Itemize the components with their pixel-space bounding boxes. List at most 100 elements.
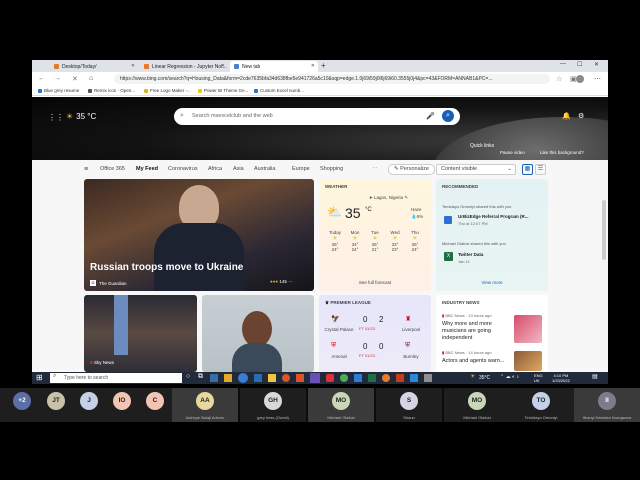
participant-tile[interactable]: C xyxy=(132,388,172,422)
scrollbar[interactable] xyxy=(602,200,606,260)
category-my-feed[interactable]: My Feed xyxy=(136,166,158,172)
minimize-icon[interactable]: — xyxy=(560,61,566,67)
home-icon[interactable]: ⌂ xyxy=(89,75,93,82)
participant-tile[interactable]: AA Adeloye Bolaji Adeolu xyxy=(172,388,238,422)
new-tab-button[interactable]: + xyxy=(321,61,326,70)
taskbar-temperature[interactable]: 35°C xyxy=(479,375,490,381)
forward-icon[interactable]: → xyxy=(54,75,61,82)
app-icon[interactable] xyxy=(326,374,334,382)
search-input[interactable]: Search msexcelclub and the web xyxy=(174,108,460,125)
menu-icon[interactable]: ≡ xyxy=(84,166,88,173)
bookmark-item[interactable]: Free Logo Maker -... xyxy=(144,88,191,93)
weather-location[interactable]: ➤ Lagos, Nigeria ✎ xyxy=(369,195,408,201)
list-view-icon[interactable]: ☰ xyxy=(535,164,546,175)
premier-league-card[interactable]: ♛ PREMIER LEAGUE 🦅 Crystal Palace 0 2 FT… xyxy=(319,295,431,372)
more-options-icon[interactable]: ⋯ xyxy=(594,75,601,83)
edge-taskbar-icon[interactable] xyxy=(238,373,248,383)
reactions[interactable]: ●●● 145 ⋯ xyxy=(270,279,293,285)
address-input[interactable]: https://www.bing.com/search?q=Housing_Da… xyxy=(114,74,550,84)
microphone-icon[interactable]: 🎤 xyxy=(426,112,435,120)
weather-chip[interactable]: ☀ 35 °C xyxy=(66,112,96,121)
settings-icon[interactable]: ⚙ xyxy=(578,112,584,120)
category-office365[interactable]: Office 365 xyxy=(100,166,125,172)
category-asia[interactable]: Asia xyxy=(233,166,244,172)
industry-headline[interactable]: Actors and agents warn... xyxy=(442,358,508,364)
participant-tile[interactable]: MO Michael Olafusi xyxy=(308,388,374,422)
vscode-icon[interactable] xyxy=(410,374,418,382)
app-icon[interactable] xyxy=(382,374,390,382)
category-coronavirus[interactable]: Coronavirus xyxy=(168,166,198,172)
view-more-link[interactable]: View more xyxy=(436,280,548,285)
like-background-button[interactable]: Like this background? xyxy=(540,150,584,155)
profile-avatar[interactable] xyxy=(576,75,584,83)
news-card-portrait[interactable] xyxy=(202,295,314,372)
firefox-icon[interactable] xyxy=(282,374,290,382)
forecast-row: Today ☀ 35° 24° Mon ☀ 34° 24° Tue ☀ 35° 21° Wed ☀ 3… xyxy=(323,230,427,272)
tab-jupyter[interactable]: Linear Regression - Jupyter Not... ✕ xyxy=(140,61,228,72)
category-africa[interactable]: Africa xyxy=(208,166,222,172)
industry-headline[interactable]: Why more and more musicians are going in… xyxy=(442,321,508,342)
category-shopping[interactable]: Shopping xyxy=(320,166,343,172)
more-categories-icon[interactable]: ⋯ xyxy=(372,166,378,172)
tab-desktop-today[interactable]: Desktop/Today/ ✕ xyxy=(50,61,138,72)
close-window-icon[interactable]: ✕ xyxy=(594,61,599,68)
app-icon[interactable] xyxy=(424,374,432,382)
app-icon[interactable] xyxy=(210,374,218,382)
file-explorer-icon[interactable] xyxy=(268,374,276,382)
windows-start-icon[interactable]: ⊞ xyxy=(36,373,43,382)
content-visibility-select[interactable]: Content visible ⌄ xyxy=(436,164,516,175)
chrome-icon[interactable] xyxy=(340,374,348,382)
bookmark-item[interactable]: Blue grey resume xyxy=(38,88,79,93)
language-indicator[interactable]: ENG UK xyxy=(534,373,543,383)
weather-card[interactable]: WEATHER ➤ Lagos, Nigeria ✎ ⛅ 35 °C Haze … xyxy=(319,179,431,291)
powerpoint-icon[interactable] xyxy=(396,374,404,382)
task-view-icon[interactable]: ⧉ xyxy=(198,373,203,381)
main-story-headline[interactable]: Russian troops move to Ukraine xyxy=(90,262,243,273)
outlook-icon[interactable] xyxy=(354,374,362,382)
close-icon[interactable]: ✕ xyxy=(131,63,135,69)
excel-taskbar-icon[interactable] xyxy=(368,374,376,382)
rec-date: Jan 11 xyxy=(458,259,470,264)
bookmark-item[interactable]: Remix icon · Open... xyxy=(88,88,135,93)
personalize-button[interactable]: ✎ Personalize xyxy=(388,164,435,175)
tab-new-tab[interactable]: New tab ✕ xyxy=(230,61,318,72)
rec-title[interactable]: Twitter Data xyxy=(458,252,483,257)
category-europe[interactable]: Europe xyxy=(292,166,310,172)
back-icon[interactable]: ← xyxy=(38,75,45,82)
apps-grid-icon[interactable]: ⋮⋮ xyxy=(48,113,64,122)
grid-view-icon[interactable]: ▦ xyxy=(522,164,533,175)
participant-tile[interactable]: TO Temidayo Omoniyi xyxy=(508,388,574,422)
bookmark-item[interactable]: Custom Excel numb... xyxy=(254,88,304,93)
participant-tile[interactable]: II Ifeanyi Ihimekici Ikwugwara xyxy=(574,388,640,422)
maximize-icon[interactable]: ☐ xyxy=(577,61,582,68)
clock[interactable]: 4:10 PM 1/23/2022 xyxy=(552,373,570,383)
avatar: C xyxy=(146,392,164,410)
full-forecast-link[interactable]: See full forecast xyxy=(319,280,431,285)
pause-video-button[interactable]: Pause video xyxy=(500,150,525,155)
news-card-sky[interactable]: ■ Sky News xyxy=(84,295,197,372)
tray-icons[interactable]: ⌃ ☁ ◐ ♪ xyxy=(500,374,519,380)
cortana-icon[interactable]: ○ xyxy=(186,373,190,380)
app-icon[interactable] xyxy=(254,374,262,382)
app-icon[interactable] xyxy=(224,374,232,382)
bookmark-item[interactable]: Power BI Theme Ge... xyxy=(198,88,248,93)
notification-center-icon[interactable]: ▤ xyxy=(592,373,598,380)
search-button[interactable]: ⌕ xyxy=(442,110,454,122)
main-story-card[interactable]: Russian troops move to Ukraine G The Gua… xyxy=(84,179,314,291)
app-icon[interactable] xyxy=(296,374,304,382)
taskbar-search-input[interactable]: Type here to search xyxy=(50,373,182,383)
refresh-icon[interactable]: ✕ xyxy=(72,75,78,83)
participant-tile[interactable]: MO Michael Olafusi xyxy=(444,388,510,422)
quick-links-button[interactable]: Quick links xyxy=(470,143,494,149)
category-australia[interactable]: Australia xyxy=(254,166,275,172)
close-icon[interactable]: ✕ xyxy=(221,63,225,69)
rec-title[interactable]: UrBizEdge Referral Program (R... xyxy=(458,214,529,219)
close-icon[interactable]: ✕ xyxy=(311,63,315,69)
favorites-icon[interactable]: ☆ xyxy=(556,75,562,83)
teams-icon[interactable] xyxy=(310,373,320,383)
participant-tile[interactable]: GH gary hess (Guest) xyxy=(240,388,306,422)
participant-tile[interactable]: S Shaun xyxy=(376,388,442,422)
industry-news-card[interactable]: INDUSTRY NEWS ▮ BBC News · 13 hours ago … xyxy=(436,295,548,372)
notifications-icon[interactable]: 🔔 xyxy=(562,112,571,120)
recommended-card[interactable]: RECOMMENDED Temidayo Omoniyi shared this… xyxy=(436,179,548,291)
